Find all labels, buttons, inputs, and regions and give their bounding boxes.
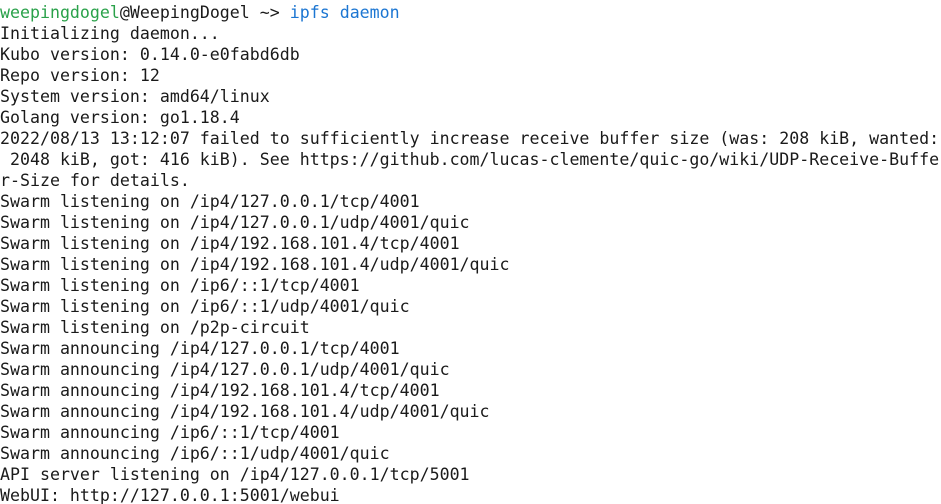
output-line: Swarm announcing /ip4/127.0.0.1/tcp/4001	[0, 339, 400, 358]
prompt-line: weepingdogel@WeepingDogel ~> ipfs daemon	[0, 2, 941, 23]
output-line: Swarm listening on /ip6/::1/tcp/4001	[0, 276, 360, 295]
terminal-output: Initializing daemon... Kubo version: 0.1…	[0, 23, 941, 504]
output-line: Swarm listening on /ip4/127.0.0.1/udp/40…	[0, 213, 470, 232]
output-line: Initializing daemon...	[0, 24, 220, 43]
output-line: Swarm listening on /ip4/192.168.101.4/ud…	[0, 255, 510, 274]
output-line: Swarm listening on /ip4/127.0.0.1/tcp/40…	[0, 192, 420, 211]
output-line: Swarm listening on /p2p-circuit	[0, 318, 310, 337]
output-line: System version: amd64/linux	[0, 87, 270, 106]
output-line: Swarm listening on /ip4/192.168.101.4/tc…	[0, 234, 460, 253]
output-line: Repo version: 12	[0, 66, 160, 85]
output-line: Swarm announcing /ip4/127.0.0.1/udp/4001…	[0, 360, 450, 379]
output-line: Swarm announcing /ip6/::1/udp/4001/quic	[0, 444, 390, 463]
prompt-hostname: WeepingDogel	[129, 3, 250, 22]
prompt-path-symbol: ~>	[249, 3, 290, 22]
output-line: Swarm announcing /ip4/192.168.101.4/tcp/…	[0, 381, 440, 400]
output-line: Golang version: go1.18.4	[0, 108, 240, 127]
output-line: Swarm announcing /ip4/192.168.101.4/udp/…	[0, 402, 490, 421]
prompt-username: weepingdogel	[0, 3, 120, 22]
output-line: r-Size for details.	[0, 171, 190, 190]
output-line: 2048 kiB, got: 416 kiB). See https://git…	[0, 150, 940, 169]
prompt-command: ipfs daemon	[289, 3, 400, 22]
terminal-window[interactable]: weepingdogel@WeepingDogel ~> ipfs daemon…	[0, 0, 941, 504]
output-line: 2022/08/13 13:12:07 failed to sufficient…	[0, 129, 940, 148]
prompt-at-sign: @	[119, 3, 130, 22]
output-line: Kubo version: 0.14.0-e0fabd6db	[0, 45, 300, 64]
output-line: Swarm listening on /ip6/::1/udp/4001/qui…	[0, 297, 410, 316]
output-line: Swarm announcing /ip6/::1/tcp/4001	[0, 423, 340, 442]
output-line: API server listening on /ip4/127.0.0.1/t…	[0, 465, 470, 484]
output-line: WebUI: http://127.0.0.1:5001/webui	[0, 486, 340, 504]
